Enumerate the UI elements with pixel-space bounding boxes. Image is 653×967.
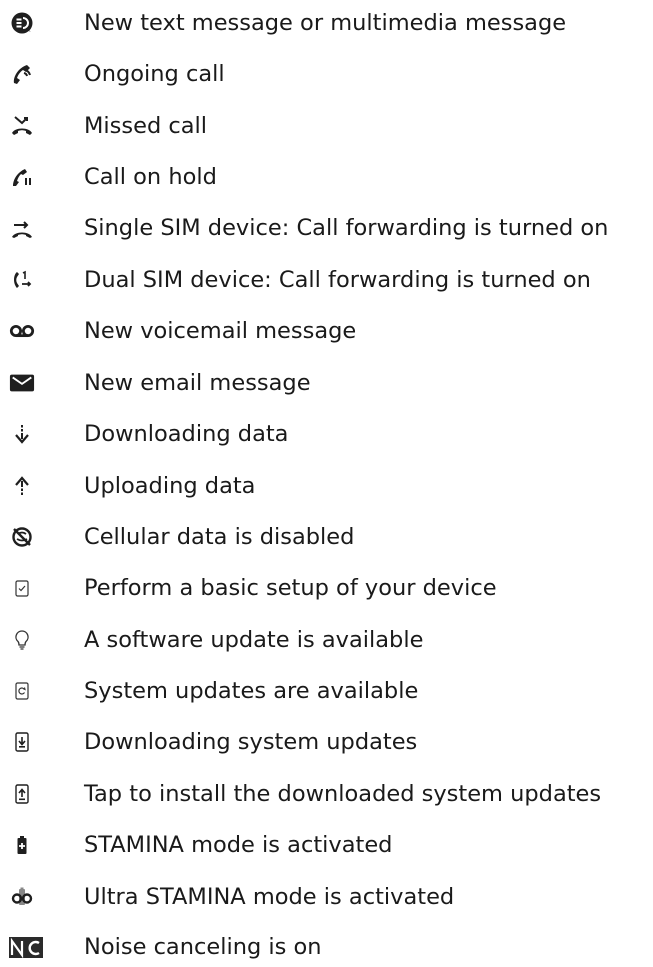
stamina-mode-icon [9, 832, 35, 858]
list-item: Cellular data is disabled [0, 517, 653, 557]
list-item: New text message or multimedia message [0, 3, 653, 43]
system-updates-available-icon [9, 678, 35, 704]
uploading-data-icon [9, 473, 35, 499]
list-item: Ultra STAMINA mode is activated [0, 877, 653, 917]
list-item: STAMINA mode is activated [0, 825, 653, 865]
list-item: A software update is available [0, 620, 653, 660]
status-icon-list: New text message or multimedia message O… [0, 0, 653, 967]
new-message-icon [9, 10, 35, 36]
item-label: System updates are available [84, 677, 419, 704]
basic-setup-icon [9, 575, 35, 601]
item-label: Ongoing call [84, 60, 225, 87]
list-item: Noise canceling is on [0, 927, 653, 967]
list-item: New voicemail message [0, 311, 653, 351]
missed-call-icon [9, 113, 35, 139]
item-label: Ultra STAMINA mode is activated [84, 883, 455, 910]
install-system-updates-icon [9, 781, 35, 807]
call-forwarding-single-sim-icon [9, 215, 35, 241]
email-icon [9, 370, 35, 396]
item-label: A software update is available [84, 626, 424, 653]
list-item: Uploading data [0, 466, 653, 506]
call-forwarding-dual-sim-icon [9, 267, 35, 293]
item-label: Missed call [84, 112, 208, 139]
item-label: Perform a basic setup of your device [84, 574, 497, 601]
software-update-bulb-icon [9, 627, 35, 653]
item-label: Tap to install the downloaded system upd… [84, 780, 602, 807]
list-item: Missed call [0, 106, 653, 146]
list-item: Tap to install the downloaded system upd… [0, 774, 653, 814]
list-item: Single SIM device: Call forwarding is tu… [0, 208, 653, 248]
list-item: Call on hold [0, 157, 653, 197]
cellular-data-disabled-icon [9, 524, 35, 550]
downloading-data-icon [9, 421, 35, 447]
item-label: Downloading system updates [84, 728, 418, 755]
item-label: Downloading data [84, 420, 289, 447]
list-item: Perform a basic setup of your device [0, 568, 653, 608]
item-label: Cellular data is disabled [84, 523, 355, 550]
downloading-system-updates-icon [9, 729, 35, 755]
ultra-stamina-mode-icon [9, 884, 35, 910]
list-item: Ongoing call [0, 54, 653, 94]
item-label: New voicemail message [84, 317, 357, 344]
item-label: Single SIM device: Call forwarding is tu… [84, 214, 609, 241]
noise-canceling-icon [9, 934, 43, 960]
list-item: Downloading system updates [0, 722, 653, 762]
list-item: Dual SIM device: Call forwarding is turn… [0, 260, 653, 300]
item-label: STAMINA mode is activated [84, 831, 393, 858]
item-label: Dual SIM device: Call forwarding is turn… [84, 266, 591, 293]
list-item: Downloading data [0, 414, 653, 454]
item-label: Noise canceling is on [84, 933, 322, 960]
item-label: Call on hold [84, 163, 217, 190]
item-label: Uploading data [84, 472, 256, 499]
item-label: New email message [84, 369, 311, 396]
list-item: New email message [0, 363, 653, 403]
ongoing-call-icon [9, 61, 35, 87]
voicemail-icon [9, 318, 35, 344]
call-on-hold-icon [9, 164, 35, 190]
item-label: New text message or multimedia message [84, 9, 567, 36]
list-item: System updates are available [0, 671, 653, 711]
